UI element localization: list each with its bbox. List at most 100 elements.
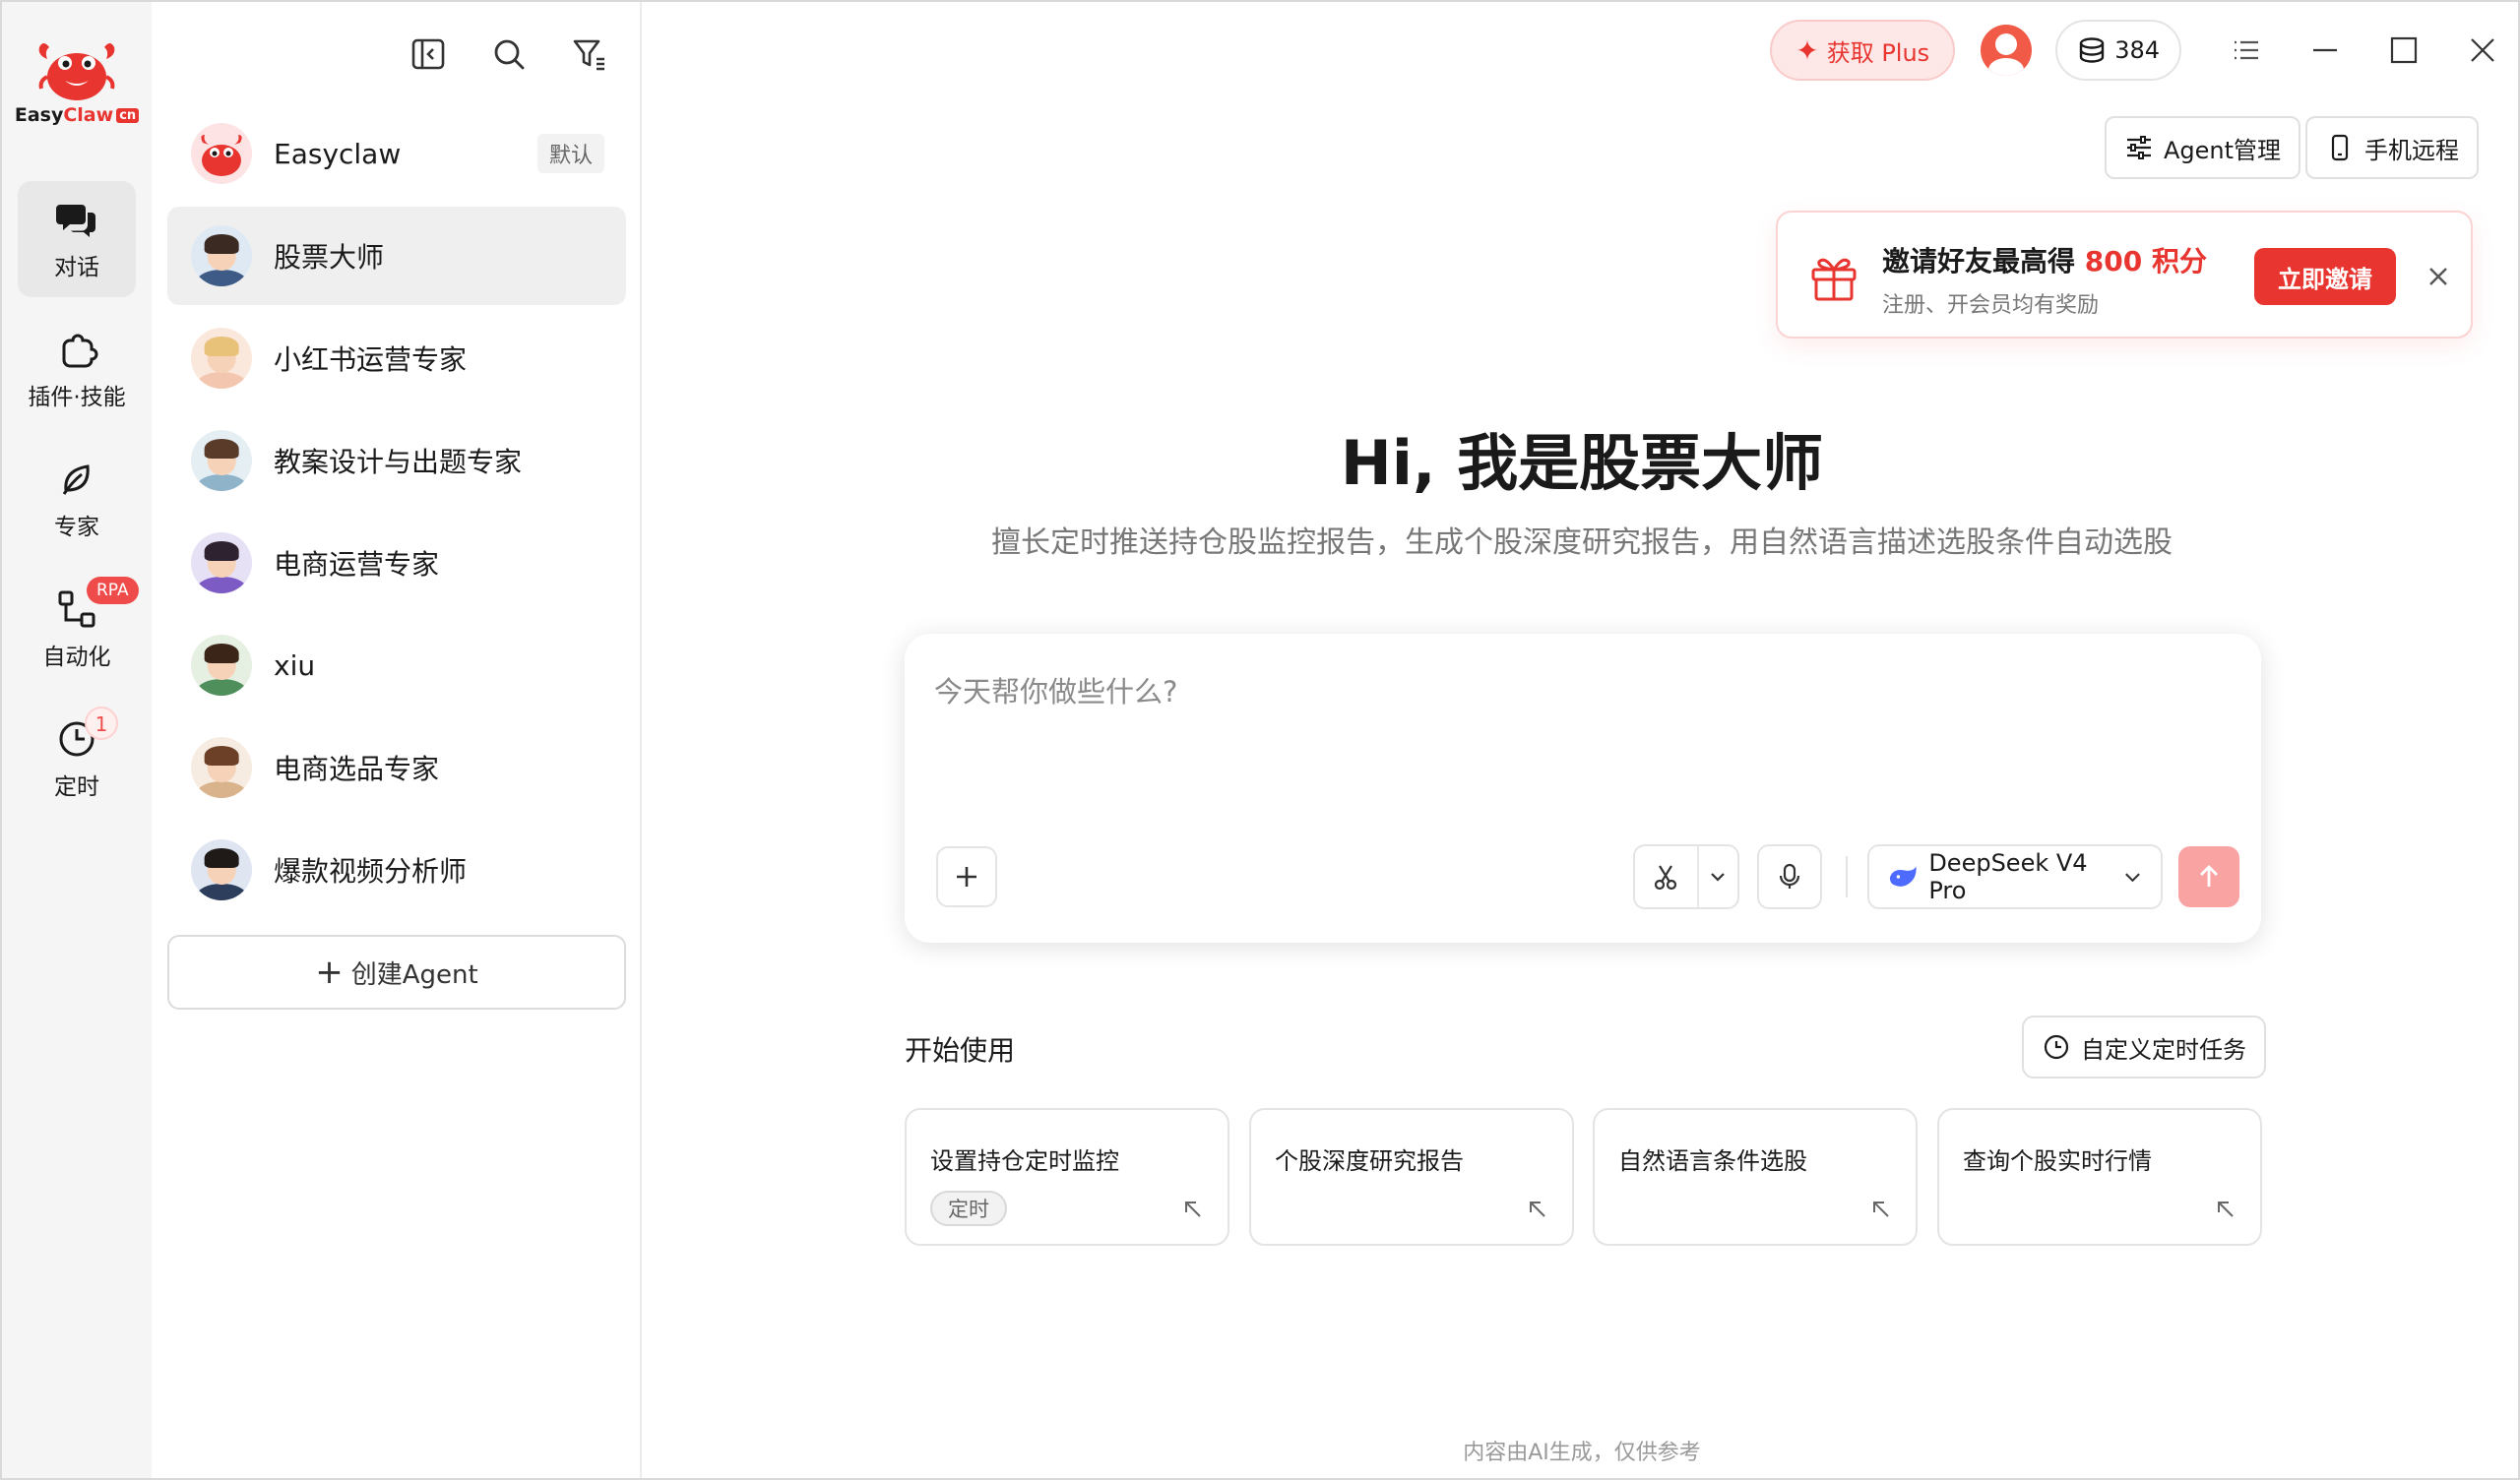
quick-start-card[interactable]: 个股深度研究报告	[1249, 1108, 1574, 1246]
search-button[interactable]	[488, 33, 530, 75]
logo-text: EasyClaw cn	[15, 104, 140, 126]
plus-icon: +	[315, 953, 344, 992]
agent-avatar	[191, 225, 252, 286]
minimize-icon	[2313, 48, 2337, 52]
agent-item[interactable]: 电商运营专家	[167, 514, 626, 612]
agent-manage-button[interactable]: Agent管理	[2105, 116, 2301, 179]
tools-dropdown-toggle[interactable]	[1699, 867, 1737, 887]
arrow-up-left-icon	[1185, 1202, 1201, 1217]
invite-banner: 邀请好友最高得 800 积分 注册、开会员均有奖励 立即邀请	[1776, 211, 2473, 339]
phone-icon	[2331, 134, 2349, 161]
rail-item-schedule[interactable]: 定时 1	[18, 701, 136, 817]
title-bar-controls: ✦ 获取 Plus 384	[1770, 20, 2518, 81]
nav-rail: EasyClaw cn 对话 插件·技能 专家 自动化 RPA 定时 1	[2, 2, 152, 1478]
close-banner-icon[interactable]	[2424, 262, 2453, 291]
filter-button[interactable]	[569, 33, 610, 75]
maximize-icon	[2390, 36, 2418, 64]
minimize-button[interactable]	[2286, 20, 2364, 81]
agent-avatar	[191, 328, 252, 389]
model-selector[interactable]: DeepSeek V4 Pro	[1867, 844, 2163, 909]
voice-input-button[interactable]	[1757, 844, 1822, 909]
attach-button[interactable]	[936, 846, 997, 907]
collapse-sidebar-icon	[411, 38, 445, 70]
arrow-up-icon	[2200, 865, 2218, 887]
agent-item[interactable]: 小红书运营专家	[167, 309, 626, 407]
agent-avatar	[191, 532, 252, 593]
app-logo: EasyClaw cn	[15, 37, 140, 136]
get-plus-button[interactable]: ✦ 获取 Plus	[1770, 20, 1956, 81]
send-button[interactable]	[2178, 846, 2239, 907]
search-icon	[494, 39, 525, 70]
prompt-input[interactable]	[934, 669, 2214, 787]
user-avatar[interactable]	[1981, 25, 2033, 76]
agent-avatar	[191, 839, 252, 900]
agent-item[interactable]: 电商选品专家	[167, 718, 626, 817]
rail-item-chat[interactable]: 对话	[18, 181, 136, 297]
maximize-button[interactable]	[2364, 20, 2443, 81]
invite-title: 邀请好友最高得 800 积分	[1882, 245, 2207, 278]
agent-item-active[interactable]: 股票大师	[167, 207, 626, 305]
create-agent-button[interactable]: + 创建Agent	[167, 935, 626, 1010]
invite-subtitle: 注册、开会员均有奖励	[1882, 293, 2100, 318]
microphone-icon	[1779, 863, 1800, 889]
scissors-button[interactable]	[1635, 846, 1699, 907]
quick-start-card[interactable]: 自然语言条件选股	[1593, 1108, 1918, 1246]
crab-avatar-icon	[201, 135, 242, 176]
menu-button[interactable]	[2207, 20, 2286, 81]
custom-schedule-task-button[interactable]: 自定义定时任务	[2022, 1016, 2266, 1079]
agent-avatar	[191, 635, 252, 696]
main-area: ✦ 获取 Plus 384 Agent管理 手机远程 邀请好友最高得 800 积…	[642, 2, 2518, 1478]
tools-dropdown[interactable]	[1633, 844, 1739, 909]
schedule-count-badge: 1	[85, 707, 118, 740]
agent-item[interactable]: 教案设计与出题专家	[167, 411, 626, 510]
default-tag: 默认	[536, 134, 604, 173]
page-title: Hi, 我是股票大师	[1340, 427, 1824, 499]
app-window: EasyClaw cn 对话 插件·技能 专家 自动化 RPA 定时 1 Eas…	[0, 0, 2520, 1480]
agent-item[interactable]: Easyclaw 默认	[167, 104, 626, 203]
agent-item[interactable]: 爆款视频分析师	[167, 821, 626, 919]
quick-start-card[interactable]: 查询个股实时行情	[1937, 1108, 2262, 1246]
crab-logo-icon	[38, 43, 115, 100]
clock-icon	[2044, 1034, 2069, 1060]
rail-item-plugins[interactable]: 插件·技能	[18, 311, 136, 427]
agent-avatar	[191, 123, 252, 184]
scissors-icon	[1655, 865, 1677, 891]
coins-stack-icon	[2079, 37, 2105, 63]
agent-item[interactable]: xiu	[167, 616, 626, 714]
close-window-button[interactable]	[2443, 20, 2518, 81]
divider	[1846, 856, 1848, 897]
arrow-up-left-icon	[1530, 1202, 1545, 1217]
agent-avatar	[191, 737, 252, 798]
mobile-remote-button[interactable]: 手机远程	[2305, 116, 2479, 179]
chevron-down-icon	[2125, 873, 2140, 883]
chat-icon	[56, 205, 95, 237]
agent-avatar	[191, 430, 252, 491]
leaf-icon	[62, 464, 90, 495]
chat-composer: DeepSeek V4 Pro	[905, 634, 2261, 943]
arrow-up-left-icon	[1873, 1202, 1889, 1217]
quick-start-card[interactable]: 设置持仓定时监控 定时	[905, 1108, 1229, 1246]
puzzle-icon	[62, 334, 98, 368]
chevron-down-icon	[1711, 873, 1726, 882]
sparkle-icon: ✦	[1796, 33, 1819, 67]
rpa-badge: RPA	[87, 577, 139, 604]
rail-item-automation[interactable]: 自动化 RPA	[18, 571, 139, 687]
gift-icon	[1811, 258, 1857, 301]
filter-icon	[573, 39, 604, 71]
schedule-tag: 定时	[930, 1191, 1007, 1226]
ai-disclaimer: 内容由AI生成，仅供参考	[1463, 1441, 1701, 1465]
section-title: 开始使用	[905, 1034, 1016, 1067]
arrow-up-left-icon	[2218, 1202, 2234, 1217]
credits-button[interactable]: 384	[2055, 20, 2181, 81]
panel-toolbar	[408, 33, 610, 75]
invite-now-button[interactable]: 立即邀请	[2254, 248, 2396, 305]
collapse-sidebar-button[interactable]	[408, 33, 449, 75]
list-menu-icon	[2235, 40, 2258, 60]
plus-icon	[957, 867, 976, 887]
close-icon	[2471, 38, 2494, 62]
agent-list-panel: Easyclaw 默认 股票大师 小红书运营专家 教案设计与出题专家 电商运营专…	[152, 2, 642, 1478]
sliders-icon	[2127, 136, 2151, 159]
deepseek-whale-icon	[1889, 866, 1917, 887]
rail-item-experts[interactable]: 专家	[18, 441, 136, 557]
page-subtitle: 擅长定时推送持仓股监控报告，生成个股深度研究报告，用自然语言描述选股条件自动选股	[991, 525, 2173, 560]
